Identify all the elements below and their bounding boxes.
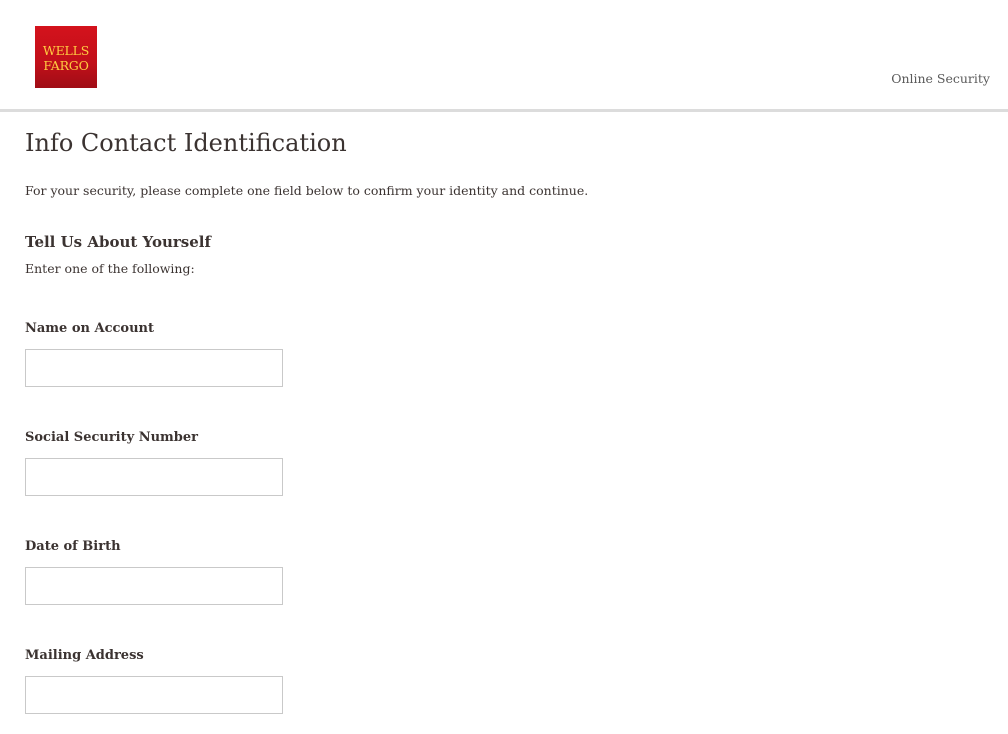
mailing-address-input[interactable] bbox=[25, 676, 283, 714]
online-security-link[interactable]: Online Security bbox=[891, 71, 990, 86]
section-instructions: Enter one of the following: bbox=[25, 261, 195, 276]
name-on-account-input[interactable] bbox=[25, 349, 283, 387]
name-on-account-label: Name on Account bbox=[25, 321, 155, 336]
logo-text-line1: WELLS bbox=[42, 42, 90, 58]
date-of-birth-label: Date of Birth bbox=[25, 539, 121, 554]
page-title: Info Contact Identification bbox=[25, 129, 347, 157]
ssn-label: Social Security Number bbox=[25, 430, 198, 445]
wells-fargo-logo[interactable]: WELLS FARGO bbox=[35, 26, 97, 88]
intro-text: For your security, please complete one f… bbox=[25, 183, 589, 198]
date-of-birth-input[interactable] bbox=[25, 567, 283, 605]
site-header: WELLS FARGO Online Security bbox=[0, 0, 1008, 112]
logo-text-line2: FARGO bbox=[43, 57, 89, 73]
ssn-input[interactable] bbox=[25, 458, 283, 496]
mailing-address-label: Mailing Address bbox=[25, 648, 144, 663]
section-heading: Tell Us About Yourself bbox=[25, 233, 211, 251]
